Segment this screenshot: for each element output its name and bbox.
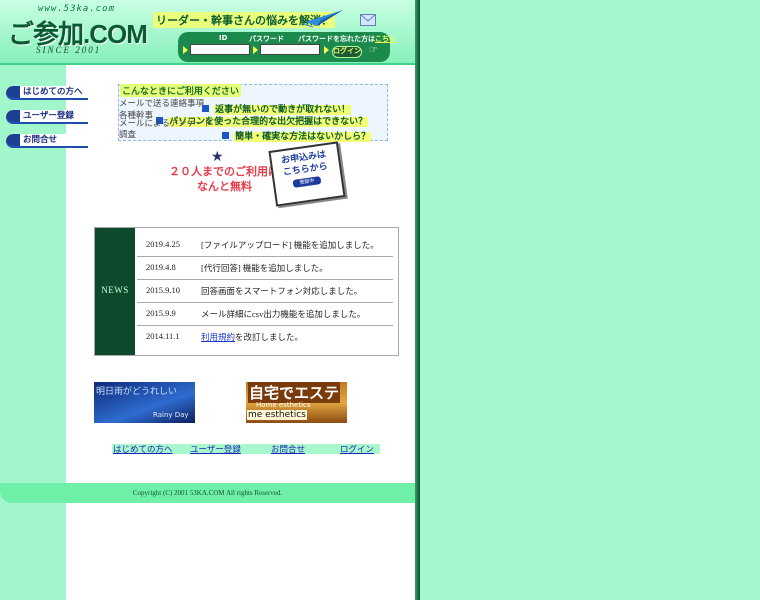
nav-beginners[interactable]: はじめての方へ [6, 86, 88, 100]
login-arrow-icon [324, 46, 329, 54]
forgot-password-text: パスワードを忘れた方はこちら [298, 34, 396, 44]
usage-item-label: メールで送る連絡事項 [119, 99, 205, 109]
news-text: 回答画面をスマートフォン対応しました。 [201, 286, 363, 296]
mail-icon [360, 14, 376, 26]
news-row: 2015.9.10 回答画面をスマートフォン対応しました。 [137, 279, 393, 303]
news-date: 2019.4.8 [146, 262, 176, 272]
news-row: 2014.11.1 利用規約を改訂しました。 [137, 325, 393, 348]
news-date: 2015.9.9 [146, 308, 176, 318]
news-text: 利用規約を改訂しました。 [201, 331, 303, 343]
id-label: ID [219, 34, 228, 42]
id-arrow-icon [183, 46, 188, 54]
nav-beginners-label: はじめての方へ [23, 87, 83, 97]
password-arrow-icon [253, 46, 258, 54]
arrow-icon [222, 132, 229, 139]
password-input[interactable] [260, 44, 320, 55]
news-text-suffix: を改訂しました。 [235, 332, 304, 342]
usage-item-link[interactable]: 簡単・確実な方法はないかしら？ [222, 124, 372, 143]
footer-link-login[interactable]: ログイン [340, 443, 374, 455]
nav-cap-icon [6, 86, 20, 98]
promo-free-line1: ２０人までのご利用は [169, 165, 279, 178]
footer-link-register[interactable]: ユーザー登録 [190, 443, 241, 455]
usage-title: こんなときにご利用ください [120, 84, 241, 97]
home-esthe-tag: me esthetics [247, 410, 307, 420]
home-esthe-title: 自宅でエステ [248, 382, 341, 403]
promo-free-line2: なんと無料 [197, 180, 252, 193]
copyright: Copyright (C) 2001 53KA.COM All rights R… [132, 489, 283, 497]
nav-contact[interactable]: お問合せ [6, 134, 88, 148]
forgot-password-link[interactable]: こちら [375, 35, 396, 43]
password-label: パスワード [249, 35, 284, 43]
terms-link[interactable]: 利用規約 [201, 332, 235, 342]
news-date: 2014.11.1 [146, 331, 180, 341]
hand-pointer-icon: ☞ [369, 45, 378, 56]
news-text: メール詳細にcsv出力機能を追加しました。 [201, 309, 366, 319]
usage-item-link-text: 簡単・確実な方法はないかしら？ [234, 132, 372, 142]
news-label: NEWS [101, 285, 129, 295]
paper-plane-icon [303, 10, 343, 28]
news-row: 2019.4.25 [ファイルアップロード] 機能を追加しました。 [137, 233, 393, 257]
nav-cap-icon [6, 110, 20, 122]
column-divider [415, 0, 420, 600]
home-esthe-sub: Home esthetics [256, 401, 311, 409]
news-date: 2015.9.10 [146, 285, 180, 295]
login-button[interactable]: ログイン [332, 46, 362, 58]
news-date: 2019.4.25 [146, 239, 180, 249]
nav-register-label: ユーザー登録 [23, 111, 74, 121]
news-row: 2019.4.8 [代行回答] 機能を追加しました。 [137, 256, 393, 280]
news-text: [代行回答] 機能を追加しました。 [201, 263, 328, 273]
footer-link-contact[interactable]: お問合せ [271, 443, 305, 455]
right-background [419, 0, 760, 600]
rainy-day-title: 明日雨がどうれしい [96, 386, 178, 396]
forgot-password-prefix: パスワードを忘れた方は [298, 35, 375, 43]
since-label: SINCE 2001 [36, 45, 102, 55]
id-input[interactable] [190, 44, 250, 55]
nav-cap-icon [6, 134, 20, 146]
footer-link-beginners[interactable]: はじめての方へ [113, 443, 173, 455]
nav-contact-label: お問合せ [23, 135, 58, 145]
nav-register[interactable]: ユーザー登録 [6, 110, 88, 124]
usage-item-label: メールによるアンケート調査 [119, 119, 212, 140]
rainy-day-sub: Rainy Day [153, 411, 189, 419]
site-url: www.53ka.com [38, 4, 116, 14]
news-row: 2015.9.9 メール詳細にcsv出力機能を追加しました。 [137, 302, 393, 326]
news-text: [ファイルアップロード] 機能を追加しました。 [201, 240, 379, 250]
